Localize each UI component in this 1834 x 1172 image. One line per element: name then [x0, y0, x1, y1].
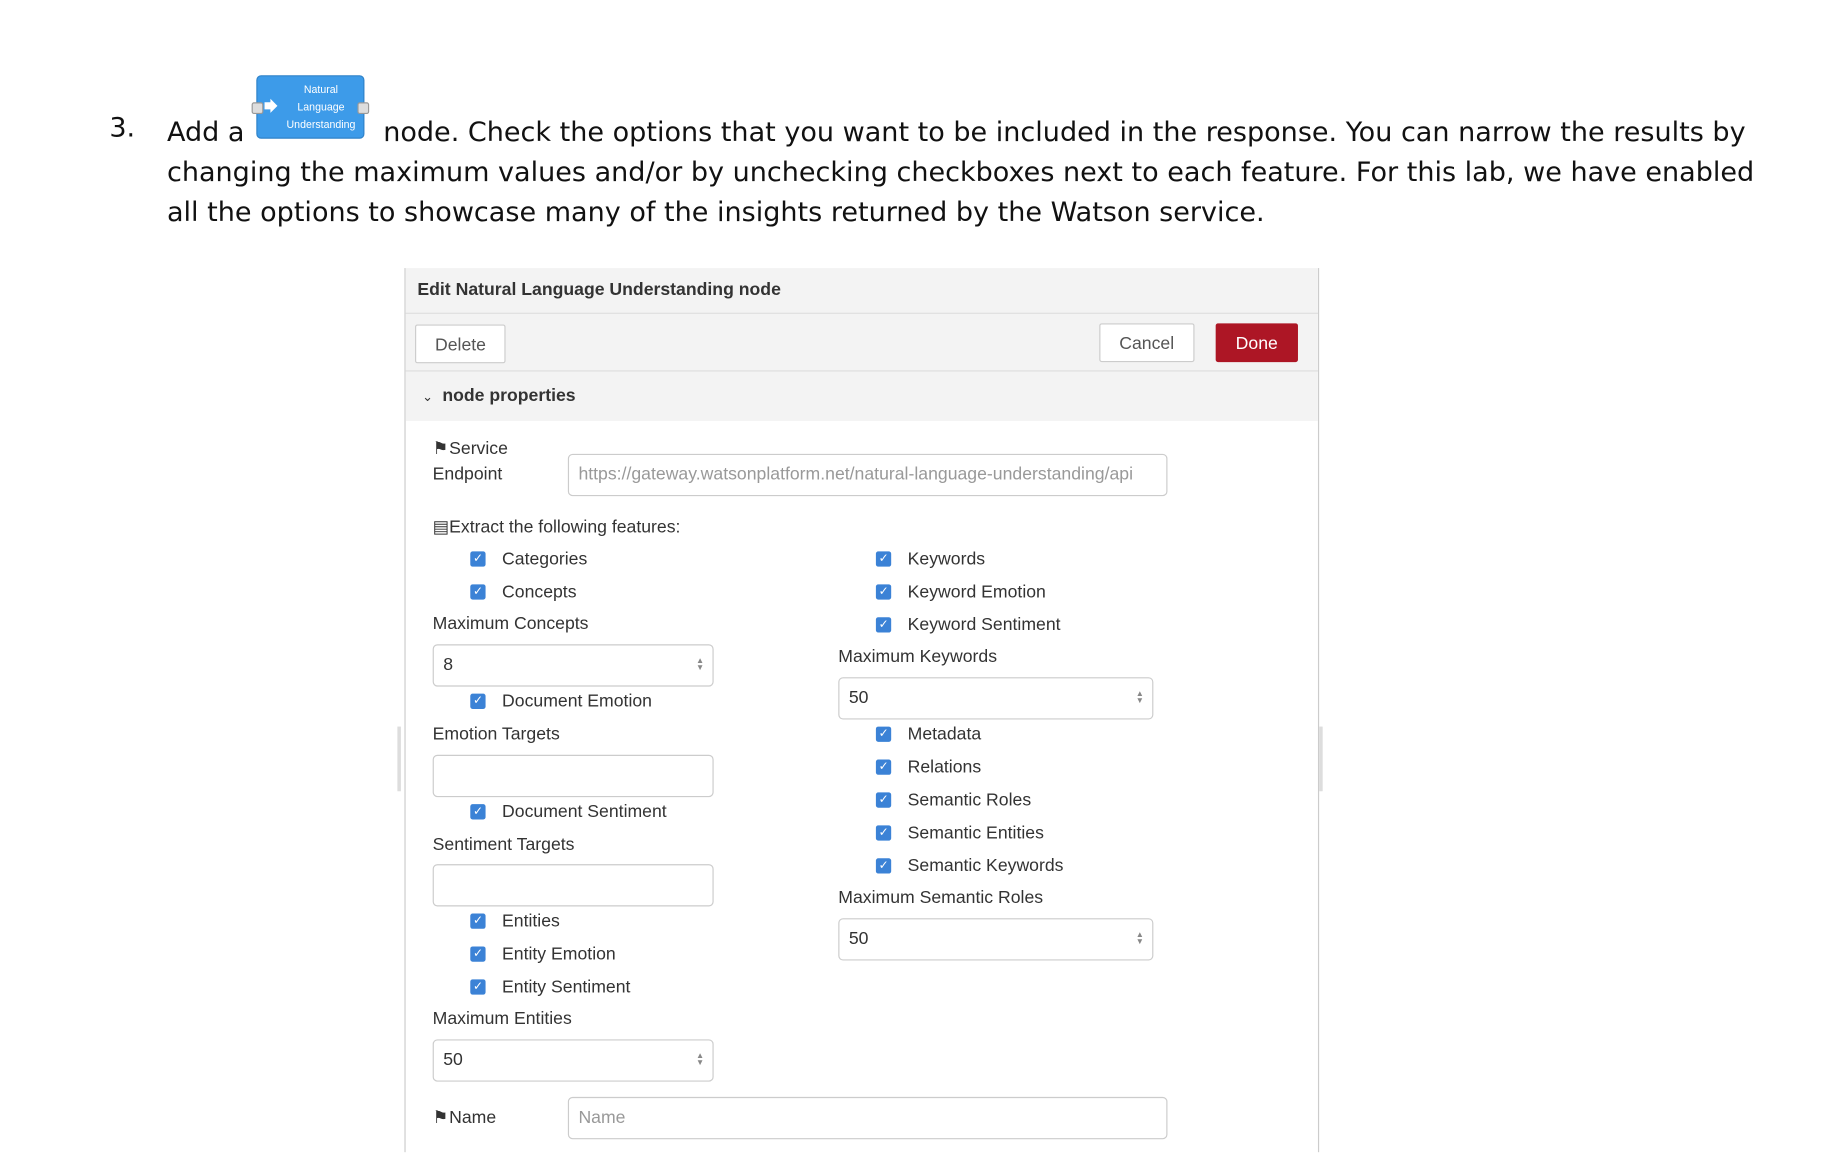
checkbox-label: Metadata	[907, 724, 982, 745]
check-icon: ✓	[875, 825, 892, 841]
dialog-toolbar: Delete Cancel Done	[405, 313, 1318, 372]
max-concepts-value: 8	[443, 654, 454, 675]
check-icon: ✓	[875, 759, 892, 775]
service-label-line1: Service	[449, 438, 508, 459]
max-entities-value: 50	[443, 1049, 463, 1070]
checkbox-label: Categories	[502, 549, 588, 570]
checkbox-label: Document Sentiment	[502, 801, 667, 822]
check-icon: ✓	[470, 551, 486, 567]
checkbox-label: Semantic Roles	[907, 790, 1032, 811]
instruction-text: Add a node. Check the options that you wa…	[167, 113, 1789, 233]
spinner-icon[interactable]: ▲ ▼	[696, 1052, 704, 1067]
check-icon: ✓	[875, 858, 892, 874]
instruction-text-after: node. Check the options that you want to…	[166, 117, 1755, 229]
check-icon: ✓	[470, 693, 486, 709]
max-semantic-roles-stepper[interactable]: 50 ▲ ▼	[838, 918, 1154, 961]
checkbox-label: Document Emotion	[502, 691, 652, 712]
resize-handle-left[interactable]	[397, 726, 401, 792]
instruction-text-before: Add a	[166, 117, 245, 149]
checkbox-label: Relations	[907, 757, 982, 778]
node-label-line2: Language	[297, 101, 345, 113]
dialog-title: Edit Natural Language Understanding node	[405, 268, 1318, 314]
section-label: node properties	[442, 385, 576, 406]
resize-handle-right[interactable]	[1319, 726, 1323, 792]
tag-icon: ⚑	[432, 1107, 449, 1128]
check-icon: ✓	[470, 946, 486, 962]
max-concepts-label: Maximum Concepts	[432, 613, 589, 634]
service-endpoint-input[interactable]: https://gateway.watsonplatform.net/natur…	[567, 453, 1168, 497]
name-label-text: Name	[449, 1107, 497, 1128]
checkbox-label: Entities	[502, 911, 560, 932]
max-semantic-roles-label: Maximum Semantic Roles	[838, 887, 1044, 908]
book-icon: ▤	[432, 517, 450, 538]
spinner-icon[interactable]: ▲ ▼	[1136, 931, 1144, 946]
name-label: ⚑Name	[432, 1106, 497, 1128]
chevron-down-icon: ⌄	[422, 390, 433, 405]
emotion-targets-label: Emotion Targets	[432, 724, 560, 745]
check-icon: ✓	[875, 792, 892, 808]
spinner-icon[interactable]: ▲ ▼	[696, 657, 704, 672]
checkbox-label: Concepts	[502, 581, 577, 602]
max-entities-label: Maximum Entities	[432, 1008, 572, 1029]
checkbox-label: Entity Emotion	[502, 944, 616, 965]
service-endpoint-label: ⚑Service Endpoint	[433, 436, 508, 488]
node-label-line3: Understanding	[286, 118, 356, 131]
delete-button[interactable]: Delete	[415, 324, 506, 364]
checkbox-label: Keyword Emotion	[907, 581, 1046, 602]
node-output-port	[357, 102, 370, 115]
sentiment-targets-label: Sentiment Targets	[432, 834, 575, 855]
max-keywords-stepper[interactable]: 50 ▲ ▼	[838, 677, 1154, 720]
check-icon: ✓	[470, 979, 486, 995]
max-entities-stepper[interactable]: 50 ▲ ▼	[432, 1039, 714, 1082]
tag-icon: ⚑	[432, 438, 449, 459]
checkbox-label: Keyword Sentiment	[907, 614, 1061, 635]
arrow-icon	[262, 96, 281, 115]
extract-label-text: Extract the following features:	[449, 517, 681, 538]
step-number: 3.	[109, 112, 136, 144]
checkbox-label: Semantic Entities	[907, 822, 1044, 843]
sentiment-targets-input[interactable]	[432, 864, 714, 907]
max-keywords-label: Maximum Keywords	[838, 646, 998, 667]
checkbox-label: Entity Sentiment	[502, 977, 631, 997]
max-concepts-stepper[interactable]: 8 ▲ ▼	[432, 644, 714, 687]
name-input[interactable]: Name	[567, 1096, 1168, 1140]
node-label-line1: Natural	[303, 83, 339, 96]
checkbox-label: Semantic Keywords	[907, 855, 1064, 876]
max-keywords-value: 50	[848, 687, 869, 708]
emotion-targets-input[interactable]	[432, 754, 714, 798]
service-label-line2: Endpoint	[432, 464, 503, 485]
check-icon: ✓	[875, 551, 892, 567]
cancel-button[interactable]: Cancel	[1099, 323, 1195, 363]
spinner-icon[interactable]: ▲ ▼	[1136, 690, 1144, 705]
check-icon: ✓	[470, 804, 486, 820]
nlu-node-illustration: Natural Language Understanding	[251, 75, 370, 139]
extract-features-label: ▤Extract the following features:	[433, 516, 681, 537]
checkbox-label: Keywords	[907, 549, 986, 570]
node-properties-header[interactable]: ⌄ node properties	[405, 371, 1318, 421]
done-button[interactable]: Done	[1215, 323, 1298, 363]
max-semantic-roles-value: 50	[848, 928, 869, 949]
check-icon: ✓	[875, 726, 892, 742]
check-icon: ✓	[470, 584, 486, 600]
check-icon: ✓	[875, 584, 892, 600]
check-icon: ✓	[470, 913, 486, 929]
check-icon: ✓	[875, 617, 892, 633]
